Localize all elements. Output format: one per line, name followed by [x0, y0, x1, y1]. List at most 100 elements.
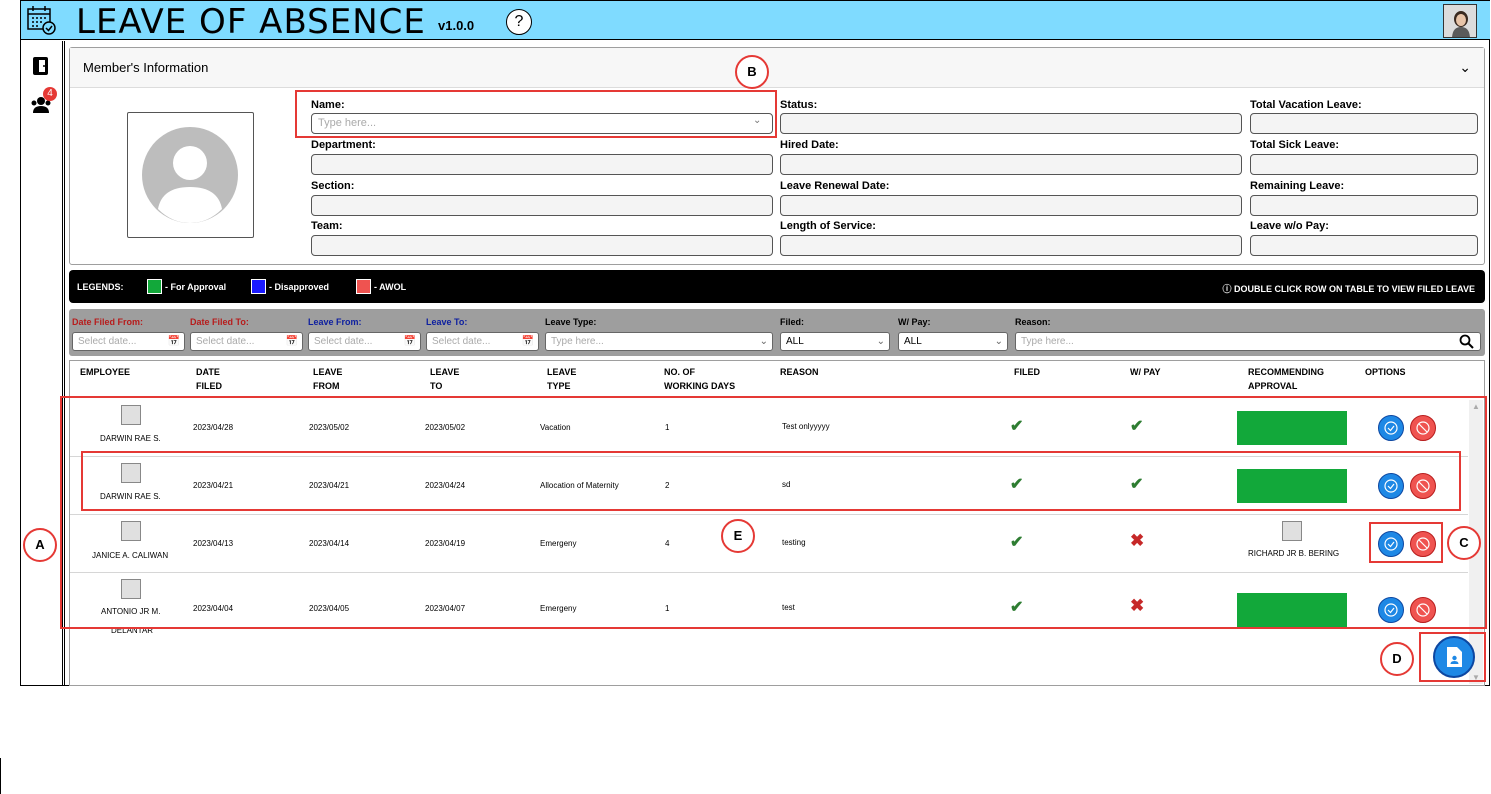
- wpay-select[interactable]: ALL ⌄: [898, 332, 1008, 351]
- annotation-box-c: [1369, 522, 1443, 563]
- annotation-label-c: C: [1447, 526, 1481, 560]
- legend-hint-text: DOUBLE CLICK ROW ON TABLE TO VIEW FILED …: [1234, 284, 1475, 294]
- service-length-field: [780, 235, 1242, 256]
- leave-type-input[interactable]: Type here... ⌄: [545, 332, 773, 351]
- wpay-label: W/ Pay:: [898, 317, 931, 327]
- filter-bar: Date Filed From: Select date... 📅 Date Fi…: [69, 309, 1485, 356]
- annotation-box-e: [81, 451, 1461, 511]
- hired-date-field: [780, 154, 1242, 175]
- team-field: [311, 235, 773, 256]
- avatar-placeholder-icon: [142, 127, 238, 223]
- status-field: [780, 113, 1242, 134]
- leave-wo-pay-label: Leave w/o Pay:: [1250, 220, 1329, 232]
- th-leave-from-2: FROM: [313, 381, 340, 391]
- legend-swatch-approval: [147, 279, 162, 294]
- th-rec-2: APPROVAL: [1248, 381, 1298, 391]
- reason-input[interactable]: Type here...: [1015, 332, 1481, 351]
- legend-title: LEGENDS:: [77, 282, 124, 292]
- th-leave-from: LEAVE FROM: [313, 365, 342, 393]
- chevron-down-icon: ⌄: [876, 336, 885, 347]
- th-working-days: NO. OF WORKING DAYS: [664, 365, 735, 393]
- chevron-down-icon: ⌄: [994, 336, 1003, 347]
- th-options: OPTIONS: [1365, 367, 1406, 377]
- annotation-box-b: [295, 90, 777, 138]
- leave-to-input[interactable]: Select date... 📅: [426, 332, 539, 351]
- chevron-down-icon[interactable]: ⌄: [1459, 59, 1471, 76]
- th-wpay: W/ PAY: [1130, 367, 1161, 377]
- user-avatar[interactable]: [1443, 4, 1477, 38]
- th-days-2: WORKING DAYS: [664, 381, 736, 391]
- leave-from-label: Leave From:: [308, 317, 362, 327]
- search-icon[interactable]: [1459, 334, 1474, 349]
- legend-swatch-awol: [356, 279, 371, 294]
- th-leave-from-1: LEAVE: [313, 367, 343, 377]
- th-leave-type: LEAVE TYPE: [547, 365, 576, 393]
- legend-swatch-disapproved: [251, 279, 266, 294]
- filed-value: ALL: [786, 336, 804, 347]
- leave-door-icon[interactable]: [30, 55, 52, 77]
- service-length-label: Length of Service:: [780, 220, 876, 232]
- calendar-icon: 📅: [521, 336, 534, 347]
- leave-type-label: Leave Type:: [545, 317, 597, 327]
- member-photo: [127, 112, 254, 238]
- app-version: v1.0.0: [438, 18, 475, 33]
- renewal-date-field: [780, 195, 1242, 216]
- leave-wo-pay-field: [1250, 235, 1478, 256]
- legend-awol: - AWOL: [374, 282, 407, 292]
- department-label: Department:: [311, 139, 376, 151]
- reason-label: Reason:: [1015, 317, 1051, 327]
- th-leave-type-2: TYPE: [547, 381, 571, 391]
- filed-select[interactable]: ALL ⌄: [780, 332, 890, 351]
- department-field: [311, 154, 773, 175]
- sidebar: 4: [21, 41, 63, 686]
- wpay-value: ALL: [904, 336, 922, 347]
- th-date-filed: DATE FILED: [196, 365, 222, 393]
- th-leave-to-1: LEAVE: [430, 367, 460, 377]
- hired-date-label: Hired Date:: [780, 139, 839, 151]
- annotation-label-a: A: [23, 528, 57, 562]
- sick-leave-field: [1250, 154, 1478, 175]
- date-filed-to-input[interactable]: Select date... 📅: [190, 332, 303, 351]
- calendar-icon: 📅: [285, 336, 298, 347]
- help-icon[interactable]: ?: [506, 9, 532, 35]
- section-field: [311, 195, 773, 216]
- user-photo-icon: [1444, 5, 1476, 37]
- chevron-down-icon: ⌄: [759, 336, 768, 347]
- th-filed: FILED: [1014, 367, 1040, 377]
- vacation-leave-label: Total Vacation Leave:: [1250, 99, 1362, 111]
- date-filed-to-label: Date Filed To:: [190, 317, 249, 327]
- leave-from-input[interactable]: Select date... 📅: [308, 332, 421, 351]
- sick-leave-label: Total Sick Leave:: [1250, 139, 1340, 151]
- date-filed-from-label: Date Filed From:: [72, 317, 144, 327]
- remaining-leave-field: [1250, 195, 1478, 216]
- th-date-filed-1: DATE: [196, 367, 220, 377]
- remaining-leave-label: Remaining Leave:: [1250, 180, 1345, 192]
- th-leave-to-2: TO: [430, 381, 443, 391]
- annotation-label-d: D: [1380, 642, 1414, 676]
- date-filed-to-placeholder: Select date...: [196, 336, 255, 347]
- renewal-date-label: Leave Renewal Date:: [780, 180, 890, 192]
- annotation-label-b: B: [735, 55, 769, 89]
- date-filed-from-input[interactable]: Select date... 📅: [72, 332, 185, 351]
- th-reason: REASON: [780, 367, 819, 377]
- reason-placeholder: Type here...: [1021, 336, 1074, 347]
- th-leave-type-1: LEAVE: [547, 367, 577, 377]
- th-date-filed-2: FILED: [196, 381, 222, 391]
- calendar-check-icon: [27, 6, 56, 35]
- app-title: LEAVE OF ABSENCE: [76, 2, 426, 42]
- calendar-icon: 📅: [403, 336, 416, 347]
- legend-hint: ⓘ DOUBLE CLICK ROW ON TABLE TO VIEW FILE…: [1222, 284, 1475, 294]
- calendar-icon: 📅: [167, 336, 180, 347]
- th-employee: EMPLOYEE: [80, 367, 131, 377]
- vacation-leave-field: [1250, 113, 1478, 134]
- team-label: Team:: [311, 220, 343, 232]
- date-filed-from-placeholder: Select date...: [78, 336, 137, 347]
- annotation-box-a: [60, 396, 1487, 629]
- legend-approval: - For Approval: [165, 282, 227, 292]
- member-info-header[interactable]: Member's Information ⌄: [70, 48, 1484, 88]
- leave-type-placeholder: Type here...: [551, 336, 604, 347]
- member-info-title: Member's Information: [83, 60, 209, 75]
- top-bar: LEAVE OF ABSENCE v1.0.0 ?: [21, 1, 1490, 42]
- th-leave-to: LEAVE TO: [430, 365, 459, 393]
- annotation-label-e: E: [721, 519, 755, 553]
